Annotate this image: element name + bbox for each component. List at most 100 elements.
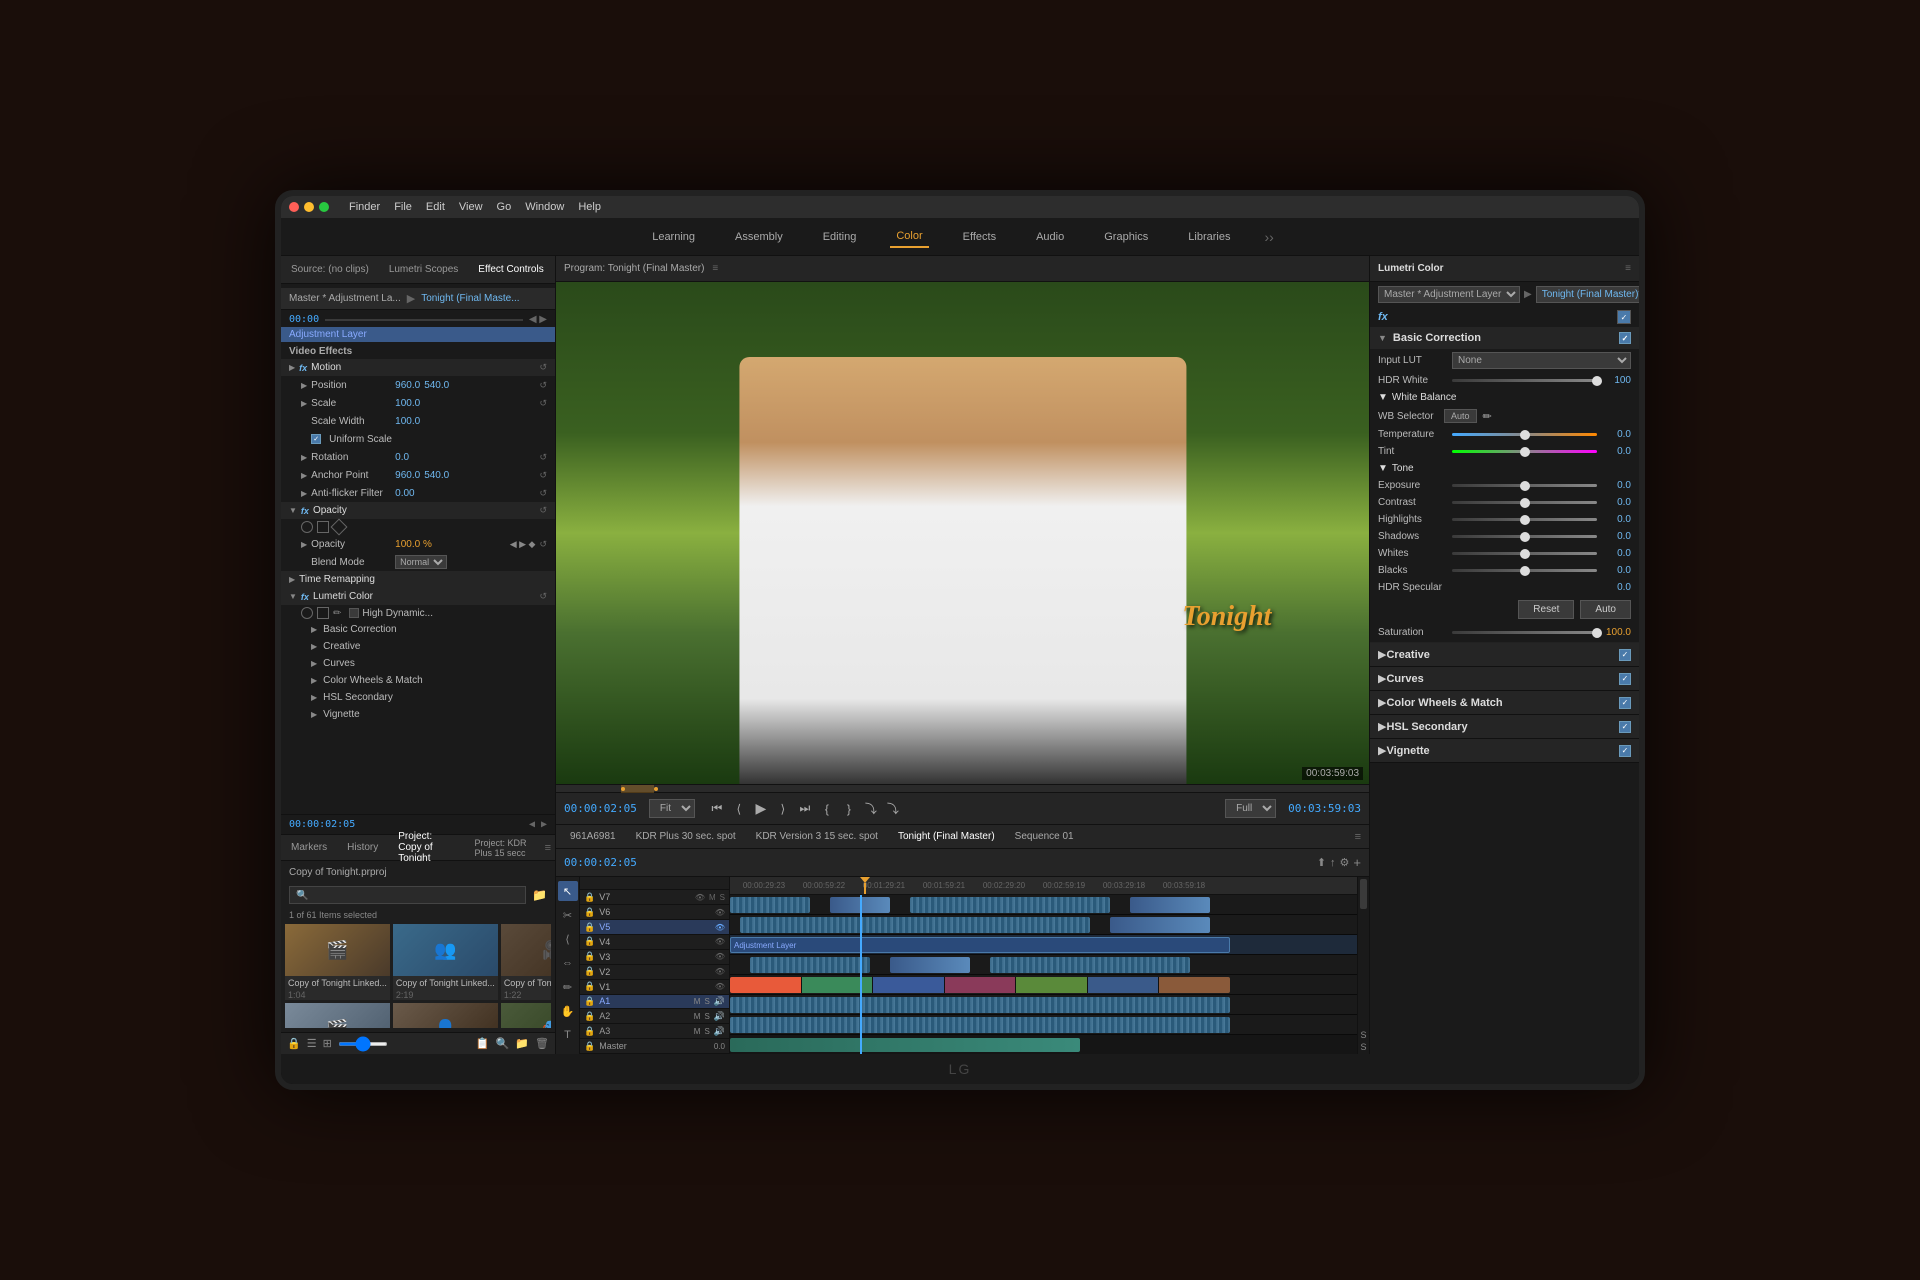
creative-checkbox[interactable]: ✓ [1619, 649, 1631, 661]
project-icon-grid[interactable]: ⊞ [323, 1037, 332, 1050]
v1-eye-icon[interactable]: 👁 [715, 982, 725, 991]
v2-lock-icon[interactable]: 🔒 [584, 966, 595, 977]
ec-vignette[interactable]: ▶ Vignette [281, 706, 555, 723]
project-icon-list[interactable]: ☰ [307, 1037, 317, 1050]
maximize-button[interactable] [319, 202, 329, 212]
clip-v4-1[interactable] [750, 957, 870, 973]
list-item[interactable]: 🎭 Copy of Tonight Linked... 0:19 [501, 1003, 551, 1028]
a1-vol-icon[interactable]: 🔊 [714, 996, 725, 1007]
tool-hand[interactable]: ✋ [558, 1001, 578, 1021]
project-icon-lock[interactable]: 🔒 [287, 1037, 301, 1050]
v4-lock-icon[interactable]: 🔒 [584, 936, 595, 947]
tl-tab-kdr30[interactable]: KDR Plus 30 sec. spot [630, 829, 742, 844]
creative-header[interactable]: ▶ Creative ✓ [1370, 643, 1639, 667]
tool-selection[interactable]: ↖ [558, 881, 578, 901]
a3-m-icon[interactable]: M [694, 1027, 701, 1036]
a3-vol-icon[interactable]: 🔊 [714, 1026, 725, 1037]
menu-view[interactable]: View [459, 201, 483, 213]
tl-tab-961[interactable]: 961A6981 [564, 829, 622, 844]
tl-s-icon[interactable]: S [1360, 1030, 1367, 1040]
blend-mode-select[interactable]: Normal [395, 555, 447, 569]
v1-lock-icon[interactable]: 🔒 [584, 981, 595, 992]
opacity-keyframe-reset[interactable]: ↺ [539, 539, 547, 550]
clip-v7-4[interactable] [1130, 897, 1210, 913]
v3-multi-clip[interactable] [730, 977, 1230, 993]
curves-checkbox[interactable]: ✓ [1619, 673, 1631, 685]
tool-slip[interactable]: ⇔ [558, 953, 578, 973]
v6-eye-icon[interactable]: 👁 [715, 908, 725, 917]
list-item[interactable]: 🎬 Copy of Tonight Linked... 1:10 [285, 1003, 390, 1028]
v4-eye-icon[interactable]: 👁 [715, 937, 725, 946]
track-a1-row[interactable] [730, 1035, 1357, 1054]
position-reset[interactable]: ↺ [539, 380, 547, 391]
tool-ripple[interactable]: ✂ [558, 905, 578, 925]
antiflicker-value[interactable]: 0.00 [395, 488, 414, 499]
v7-s-icon[interactable]: S [720, 893, 725, 902]
white-balance-header[interactable]: ▼ White Balance [1370, 389, 1639, 406]
tool-text[interactable]: T [558, 1025, 578, 1045]
project-icon-search2[interactable]: 🔍 [496, 1037, 510, 1050]
v3-eye-icon[interactable]: 👁 [715, 952, 725, 961]
monitor-header-menu[interactable]: ≡ [712, 263, 718, 274]
clip-v4-2[interactable] [890, 957, 970, 973]
go-to-out-button[interactable]: ⏭ [795, 799, 815, 819]
ec-creative[interactable]: ▶ Creative [281, 638, 555, 655]
master-lock-icon[interactable]: 🔒 [584, 1041, 595, 1052]
monitor-fit-select[interactable]: Fit [649, 799, 695, 818]
v6-lock-icon[interactable]: 🔒 [584, 907, 595, 918]
input-lut-select[interactable]: None [1452, 352, 1631, 369]
vignette-header[interactable]: ▶ Vignette ✓ [1370, 739, 1639, 763]
clip-v7-3[interactable] [910, 897, 1110, 913]
rp-clip-select[interactable]: Tonight (Final Master)* Adjust... [1536, 286, 1639, 303]
tl-panel-menu[interactable]: ≡ [1355, 831, 1361, 843]
rp-master-select[interactable]: Master * Adjustment Layer [1378, 286, 1520, 303]
v2-eye-icon[interactable]: 👁 [715, 967, 725, 976]
insert-button[interactable]: ⤵ [861, 799, 881, 819]
basic-correction-checkbox[interactable]: ✓ [1619, 332, 1631, 344]
tab-audio-mixer[interactable]: Audio Clip Mixer: To [554, 261, 555, 279]
project-icon-new[interactable]: 📋 [476, 1037, 490, 1050]
nav-graphics[interactable]: Graphics [1098, 227, 1154, 247]
temperature-slider[interactable] [1452, 433, 1597, 436]
curves-header[interactable]: ▶ Curves ✓ [1370, 667, 1639, 691]
tool-razor[interactable]: ⟨ [558, 929, 578, 949]
hsl-header[interactable]: ▶ HSL Secondary ✓ [1370, 715, 1639, 739]
vignette-checkbox[interactable]: ✓ [1619, 745, 1631, 757]
clip-a1-1[interactable] [730, 1038, 1080, 1052]
anchor-reset[interactable]: ↺ [539, 470, 547, 481]
tl-tab-tonight[interactable]: Tonight (Final Master) [892, 829, 1001, 844]
list-item[interactable]: 🎥 Copy of Tonight Linked... 1:22 [501, 924, 551, 1000]
ec-clip-label[interactable]: Tonight (Final Maste... [421, 293, 519, 304]
hdr-white-slider[interactable] [1452, 379, 1597, 382]
nav-color[interactable]: Color [890, 226, 928, 248]
nav-libraries[interactable]: Libraries [1182, 227, 1236, 247]
position-y[interactable]: 540.0 [424, 380, 449, 391]
lumetri-reset[interactable]: ↺ [539, 591, 547, 602]
saturation-slider[interactable] [1452, 631, 1597, 634]
menu-go[interactable]: Go [497, 201, 512, 213]
close-button[interactable] [289, 202, 299, 212]
vscroll-thumb[interactable] [1360, 879, 1367, 909]
temperature-value[interactable]: 0.0 [1601, 429, 1631, 440]
project-zoom-slider[interactable] [338, 1042, 388, 1046]
whites-slider[interactable] [1452, 552, 1597, 555]
list-item[interactable]: 👥 Copy of Tonight Linked... 2:19 [393, 924, 498, 1000]
tool-pen[interactable]: ✏ [558, 977, 578, 997]
go-to-in-button[interactable]: ⏮ [707, 799, 727, 819]
timeline-btn-settings[interactable]: ⚙ [1340, 855, 1350, 870]
clip-adj-layer[interactable]: Adjustment Layer [730, 937, 1230, 953]
v7-m-icon[interactable]: M [709, 893, 716, 902]
a2-lock-icon[interactable]: 🔒 [584, 1011, 595, 1022]
blacks-slider[interactable] [1452, 569, 1597, 572]
tone-header[interactable]: ▼ Tone [1370, 460, 1639, 477]
rotation-value[interactable]: 0.0 [395, 452, 409, 463]
clip-v2-1[interactable] [730, 997, 1230, 1013]
track-v6-row[interactable] [730, 915, 1357, 935]
position-x[interactable]: 960.0 [395, 380, 420, 391]
wb-eyedropper-icon[interactable]: ✏ [1483, 410, 1492, 423]
color-wheels-header[interactable]: ▶ Color Wheels & Match ✓ [1370, 691, 1639, 715]
rotation-reset[interactable]: ↺ [539, 452, 547, 463]
rp-menu-icon[interactable]: ≡ [1625, 263, 1631, 274]
ec-curves[interactable]: ▶ Curves [281, 655, 555, 672]
anchor-x[interactable]: 960.0 [395, 470, 420, 481]
